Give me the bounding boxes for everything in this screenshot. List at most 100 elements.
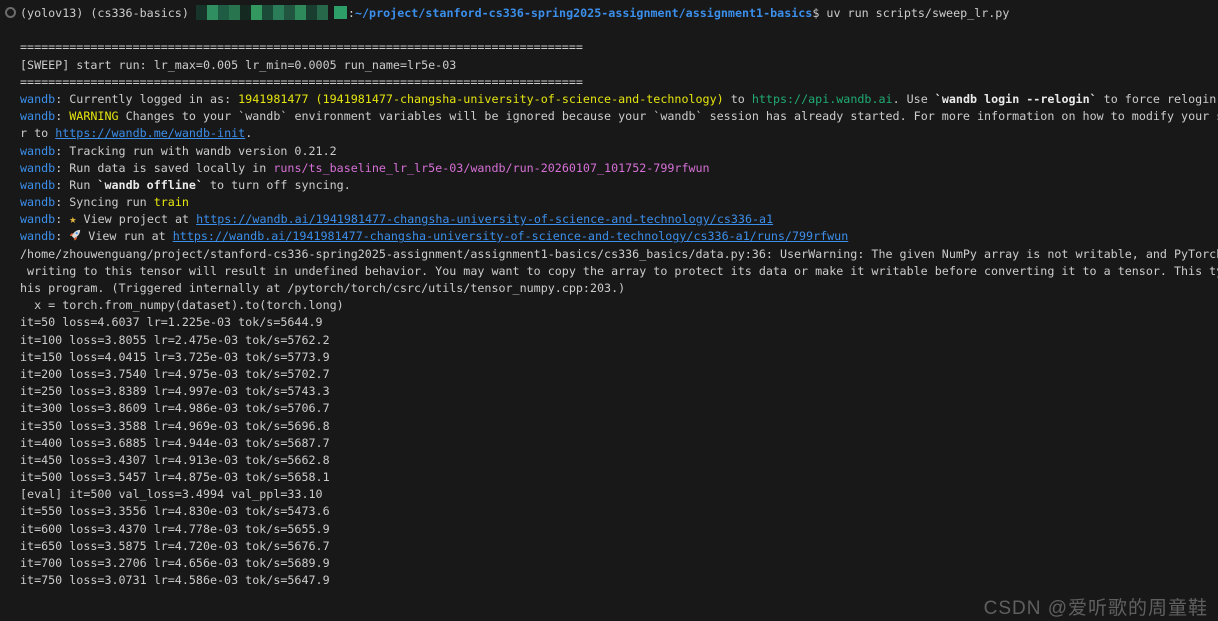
terminal-line: wandb: Tracking run with wandb version 0…: [20, 143, 1218, 160]
terminal-line: it=100 loss=3.8055 lr=2.475e-03 tok/s=57…: [20, 332, 1218, 349]
text-segment: ========================================…: [20, 75, 583, 89]
terminal-line: it=500 loss=3.5457 lr=4.875e-03 tok/s=56…: [20, 469, 1218, 486]
text-segment: wandb: [20, 144, 55, 158]
terminal-line: it=600 loss=3.4370 lr=4.778e-03 tok/s=56…: [20, 521, 1218, 538]
star-icon: ★: [69, 212, 76, 226]
text-segment: https://api.wandb.ai: [752, 92, 893, 106]
terminal-line: wandb: Run `wandb offline` to turn off s…: [20, 177, 1218, 194]
text-segment: :: [55, 229, 69, 243]
text-segment: (yolov13) (cs336-basics): [20, 6, 196, 20]
terminal-line: /home/zhouwenguang/project/stanford-cs33…: [20, 246, 1218, 263]
text-segment: :: [55, 109, 69, 123]
redaction-block: [251, 5, 262, 20]
rocket-icon: [69, 229, 81, 241]
redaction-block: [284, 5, 295, 20]
text-segment: it=50 loss=4.6037 lr=1.225e-03 tok/s=564…: [20, 315, 323, 329]
terminal-line: it=400 loss=3.6885 lr=4.944e-03 tok/s=56…: [20, 435, 1218, 452]
text-segment: it=400 loss=3.6885 lr=4.944e-03 tok/s=56…: [20, 436, 330, 450]
wandb-link[interactable]: https://wandb.ai/1941981477-changsha-uni…: [196, 212, 773, 226]
text-segment: it=750 loss=3.0731 lr=4.586e-03 tok/s=56…: [20, 573, 330, 587]
watermark: CSDN @爱听歌的周童鞋: [984, 593, 1208, 620]
wandb-link[interactable]: https://wandb.ai/1941981477-changsha-uni…: [173, 229, 849, 243]
terminal-line: his program. (Triggered internally at /p…: [20, 280, 1218, 297]
terminal-line: [SWEEP] start run: lr_max=0.005 lr_min=0…: [20, 57, 1218, 74]
text-segment: it=350 loss=3.3588 lr=4.969e-03 tok/s=56…: [20, 419, 330, 433]
text-segment: his program. (Triggered internally at /p…: [20, 281, 625, 295]
redaction-block: [207, 5, 218, 20]
terminal-line: it=250 loss=3.8389 lr=4.997e-03 tok/s=57…: [20, 383, 1218, 400]
terminal-line: it=700 loss=3.2706 lr=4.656e-03 tok/s=56…: [20, 555, 1218, 572]
text-segment: 1941981477 (1941981477-changsha-universi…: [238, 92, 724, 106]
text-segment: it=300 loss=3.8609 lr=4.986e-03 tok/s=57…: [20, 401, 330, 415]
redaction-block: [196, 5, 207, 20]
text-segment: train: [154, 195, 189, 209]
text-segment: : Currently logged in as:: [55, 92, 238, 106]
text-segment: it=600 loss=3.4370 lr=4.778e-03 tok/s=56…: [20, 522, 330, 536]
text-segment: `wandb login --relogin`: [935, 92, 1097, 106]
text-segment: : Run data is saved locally in: [55, 161, 273, 175]
wandb-link[interactable]: https://wandb.me/wandb-init: [55, 126, 245, 140]
text-segment: r to: [20, 126, 55, 140]
text-segment: :: [55, 212, 69, 226]
terminal-line: wandb: ★ View project at https://wandb.a…: [20, 211, 1218, 228]
text-segment: ========================================…: [20, 40, 583, 54]
text-segment: it=700 loss=3.2706 lr=4.656e-03 tok/s=56…: [20, 556, 330, 570]
text-segment: to force relogin: [1097, 92, 1217, 106]
redaction-block: [306, 5, 317, 20]
terminal-output[interactable]: (yolov13) (cs336-basics) :~/project/stan…: [0, 0, 1218, 621]
text-segment: .: [245, 126, 252, 140]
terminal-line: it=200 loss=3.7540 lr=4.975e-03 tok/s=57…: [20, 366, 1218, 383]
terminal-line: it=750 loss=3.0731 lr=4.586e-03 tok/s=56…: [20, 572, 1218, 589]
text-segment: wandb: [20, 229, 55, 243]
text-segment: runs/ts_baseline_lr_lr5e-03/wandb/run-20…: [273, 161, 709, 175]
text-segment: $ uv run scripts/sweep_lr.py: [812, 6, 1009, 20]
text-segment: it=250 loss=3.8389 lr=4.997e-03 tok/s=57…: [20, 384, 330, 398]
text-segment: WARNING: [69, 109, 118, 123]
terminal-line: it=650 loss=3.5875 lr=4.720e-03 tok/s=56…: [20, 538, 1218, 555]
redaction-block: [273, 5, 284, 20]
text-segment: x = torch.from_numpy(dataset).to(torch.l…: [20, 298, 344, 312]
terminal-line: ========================================…: [20, 74, 1218, 91]
text-segment: : Tracking run with wandb version 0.21.2: [55, 144, 336, 158]
text-segment: View run at: [81, 229, 172, 243]
text-segment: [SWEEP] start run: lr_max=0.005 lr_min=0…: [20, 58, 456, 72]
terminal-line: wandb: Currently logged in as: 194198147…: [20, 91, 1218, 108]
terminal-line: writing to this tensor will result in un…: [20, 263, 1218, 280]
text-segment: it=200 loss=3.7540 lr=4.975e-03 tok/s=57…: [20, 367, 330, 381]
text-segment: wandb: [20, 178, 55, 192]
redaction-block: [317, 5, 328, 20]
text-segment: to: [724, 92, 752, 106]
text-segment: wandb: [20, 195, 55, 209]
text-segment: it=100 loss=3.8055 lr=2.475e-03 tok/s=57…: [20, 333, 330, 347]
text-segment: [eval] it=500 val_loss=3.4994 val_ppl=33…: [20, 487, 323, 501]
text-segment: ~/project/stanford-cs336-spring2025-assi…: [355, 6, 812, 20]
text-segment: it=550 loss=3.3556 lr=4.830e-03 tok/s=54…: [20, 504, 330, 518]
text-segment: wandb: [20, 161, 55, 175]
terminal-line: wandb: Run data is saved locally in runs…: [20, 160, 1218, 177]
terminal-line: [20, 22, 1218, 39]
terminal-line: wandb: WARNING Changes to your `wandb` e…: [20, 108, 1218, 125]
redaction-block: [262, 5, 273, 20]
redaction-block: [218, 5, 229, 20]
text-segment: : Syncing run: [55, 195, 154, 209]
terminal-line: it=450 loss=3.4307 lr=4.913e-03 tok/s=56…: [20, 452, 1218, 469]
terminal-line: [eval] it=500 val_loss=3.4994 val_ppl=33…: [20, 486, 1218, 503]
text-segment: : Run: [55, 178, 97, 192]
terminal-line: wandb: View run at https://wandb.ai/1941…: [20, 228, 1218, 245]
text-segment: writing to this tensor will result in un…: [20, 264, 1218, 278]
terminal-line: wandb: Syncing run train: [20, 194, 1218, 211]
text-segment: it=500 loss=3.5457 lr=4.875e-03 tok/s=56…: [20, 470, 330, 484]
redacted-username: [196, 5, 328, 20]
text-segment: /home/zhouwenguang/project/stanford-cs33…: [20, 247, 1218, 261]
text-segment: to turn off syncing.: [203, 178, 351, 192]
redaction-block: [229, 5, 240, 20]
text-segment: wandb: [20, 212, 55, 226]
terminal-line: (yolov13) (cs336-basics) :~/project/stan…: [20, 5, 1218, 22]
text-segment: Changes to your `wandb` environment vari…: [119, 109, 1218, 123]
text-segment: it=450 loss=3.4307 lr=4.913e-03 tok/s=56…: [20, 453, 330, 467]
terminal-line: ========================================…: [20, 39, 1218, 56]
text-segment: :: [348, 6, 355, 20]
text-segment: it=650 loss=3.5875 lr=4.720e-03 tok/s=56…: [20, 539, 330, 553]
redaction-block: [240, 5, 251, 20]
text-segment: wandb: [20, 92, 55, 106]
